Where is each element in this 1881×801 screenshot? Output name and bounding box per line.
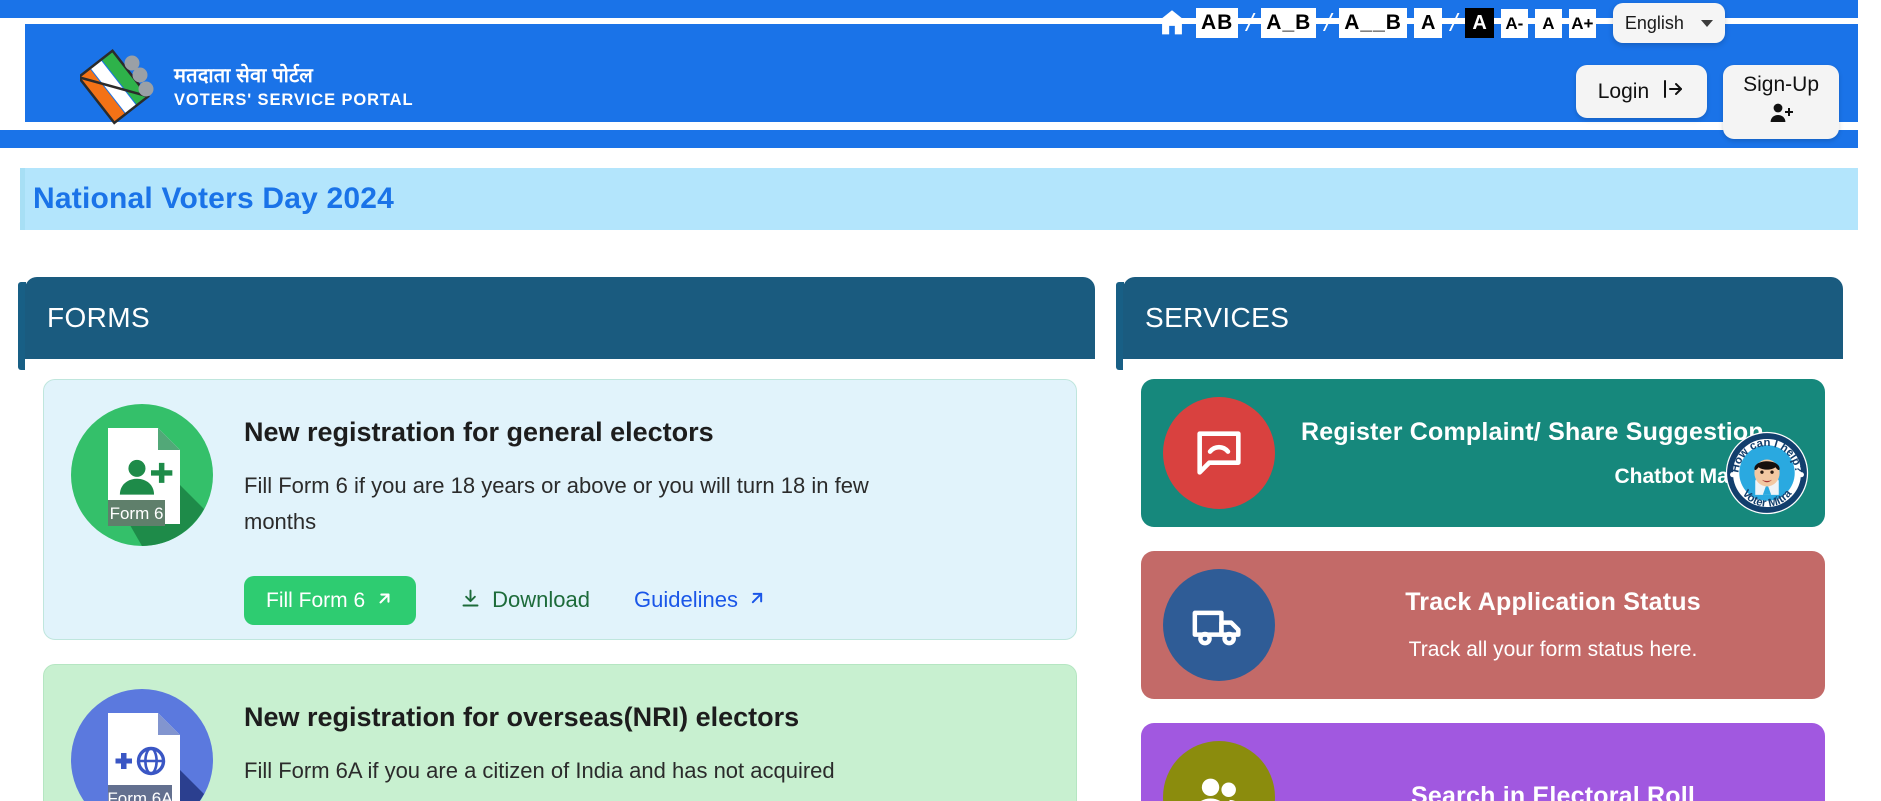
user-plus-icon bbox=[1768, 100, 1794, 129]
form6a-nri-registration-icon: Form 6A bbox=[58, 679, 226, 801]
voter-mitra-mascot-icon[interactable]: How can I help? Voter Mitra bbox=[1725, 431, 1809, 515]
form6-download-link[interactable]: Download bbox=[460, 588, 590, 613]
voters-service-portal-page: मतदाता सेवा पोर्टल VOTERS' SERVICE PORTA… bbox=[0, 0, 1881, 801]
toolbar-separator-1: / bbox=[1246, 8, 1254, 37]
accessibility-toolbar: AB / A_B / A__B A / A A- A A+ English bbox=[1155, 3, 1725, 43]
service-card-track-application[interactable]: Track Application Status Track all your … bbox=[1141, 551, 1825, 699]
letter-spacing-wide-icon[interactable]: A__B bbox=[1339, 8, 1407, 38]
form6a-content: New registration for overseas(NRI) elect… bbox=[244, 679, 1058, 801]
service-card-register-complaint[interactable]: Register Complaint/ Share Suggestion Cha… bbox=[1141, 379, 1825, 527]
services-panel: SERVICES Register Complaint/ Share Sugge… bbox=[1123, 277, 1843, 801]
toolbar-separator-3: / bbox=[1450, 8, 1458, 37]
form6-badge-label: Form 6 bbox=[110, 504, 164, 523]
service-card-search-electoral-roll[interactable]: Search in Electoral Roll bbox=[1141, 723, 1825, 801]
letter-spacing-normal-icon[interactable]: AB bbox=[1196, 8, 1239, 38]
forms-panel-title: FORMS bbox=[47, 302, 151, 333]
brand-title-english: VOTERS' SERVICE PORTAL bbox=[174, 90, 414, 109]
download-icon bbox=[460, 588, 481, 613]
home-icon[interactable] bbox=[1155, 6, 1189, 40]
external-link-arrow-icon bbox=[375, 589, 394, 612]
font-increase-icon[interactable]: A+ bbox=[1568, 8, 1596, 38]
font-decrease-icon[interactable]: A- bbox=[1500, 8, 1528, 38]
form6a-badge-label: Form 6A bbox=[107, 789, 173, 801]
forms-panel: FORMS Form 6 New registration for genera… bbox=[25, 277, 1095, 801]
speech-bubble-icon bbox=[1163, 397, 1275, 509]
delivery-truck-icon bbox=[1163, 569, 1275, 681]
services-panel-body: Register Complaint/ Share Suggestion Cha… bbox=[1123, 359, 1843, 801]
form6-guidelines-label: Guidelines bbox=[634, 587, 738, 613]
form6a-description: Fill Form 6A if you are a citizen of Ind… bbox=[244, 758, 835, 784]
form6a-title: New registration for overseas(NRI) elect… bbox=[244, 701, 800, 732]
form6-new-registration-icon: Form 6 bbox=[58, 394, 226, 550]
external-link-arrow-icon bbox=[747, 588, 767, 612]
form6-content: New registration for general electors Fi… bbox=[244, 394, 1058, 625]
forms-panel-body: Form 6 New registration for general elec… bbox=[25, 359, 1095, 801]
toolbar-separator-2: / bbox=[1324, 8, 1332, 37]
search-electoral-roll-text: Search in Electoral Roll bbox=[1301, 780, 1805, 801]
login-label: Login bbox=[1597, 80, 1650, 103]
forms-panel-header: FORMS bbox=[25, 277, 1095, 359]
fill-form6-label: Fill Form 6 bbox=[266, 588, 366, 612]
header-left-gutter bbox=[0, 18, 25, 130]
track-application-title: Track Application Status bbox=[1405, 588, 1701, 617]
brand-block[interactable]: मतदाता सेवा पोर्टल VOTERS' SERVICE PORTA… bbox=[80, 48, 413, 126]
auth-buttons: Login Sign-Up bbox=[1575, 65, 1839, 139]
fill-form6-button[interactable]: Fill Form 6 bbox=[244, 575, 417, 625]
form6-download-label: Download bbox=[492, 587, 591, 613]
eci-logo-icon bbox=[80, 48, 156, 126]
form6-title: New registration for general electors bbox=[244, 417, 714, 447]
brand-title-hindi: मतदाता सेवा पोर्टल bbox=[174, 64, 314, 87]
login-button[interactable]: Login bbox=[1575, 65, 1708, 118]
letter-spacing-medium-icon[interactable]: A_B bbox=[1261, 8, 1317, 38]
track-application-text: Track Application Status Track all your … bbox=[1301, 586, 1805, 663]
form6-guidelines-link[interactable]: Guidelines bbox=[634, 588, 767, 612]
search-people-icon bbox=[1163, 741, 1275, 801]
services-panel-header: SERVICES bbox=[1123, 277, 1843, 359]
search-electoral-roll-title: Search in Electoral Roll bbox=[1410, 782, 1696, 801]
national-voters-day-banner[interactable]: National Voters Day 2024 bbox=[25, 168, 1858, 230]
services-panel-title: SERVICES bbox=[1145, 302, 1290, 333]
signup-label: Sign-Up bbox=[1743, 73, 1819, 96]
form6-actions: Fill Form 6 Download Guidelines bbox=[244, 575, 1058, 625]
chevron-down-icon bbox=[1700, 19, 1713, 27]
signup-button[interactable]: Sign-Up bbox=[1723, 65, 1839, 139]
contrast-invert-icon[interactable]: A bbox=[1465, 8, 1494, 38]
header-right-gutter bbox=[1858, 0, 1881, 148]
language-selector[interactable]: English bbox=[1612, 3, 1725, 43]
track-application-subtitle: Track all your form status here. bbox=[1408, 638, 1698, 662]
form6-description: Fill Form 6 if you are 18 years or above… bbox=[244, 473, 869, 535]
contrast-normal-icon[interactable]: A bbox=[1413, 8, 1443, 38]
banner-title: National Voters Day 2024 bbox=[33, 182, 395, 215]
login-arrow-icon bbox=[1661, 77, 1685, 106]
font-reset-icon[interactable]: A bbox=[1534, 8, 1562, 38]
site-header: मतदाता सेवा पोर्टल VOTERS' SERVICE PORTA… bbox=[0, 0, 1881, 148]
form-card-form6a[interactable]: Form 6A New registration for overseas(NR… bbox=[43, 663, 1077, 801]
form-card-form6[interactable]: Form 6 New registration for general elec… bbox=[43, 379, 1077, 640]
language-selected-label: English bbox=[1624, 13, 1684, 33]
